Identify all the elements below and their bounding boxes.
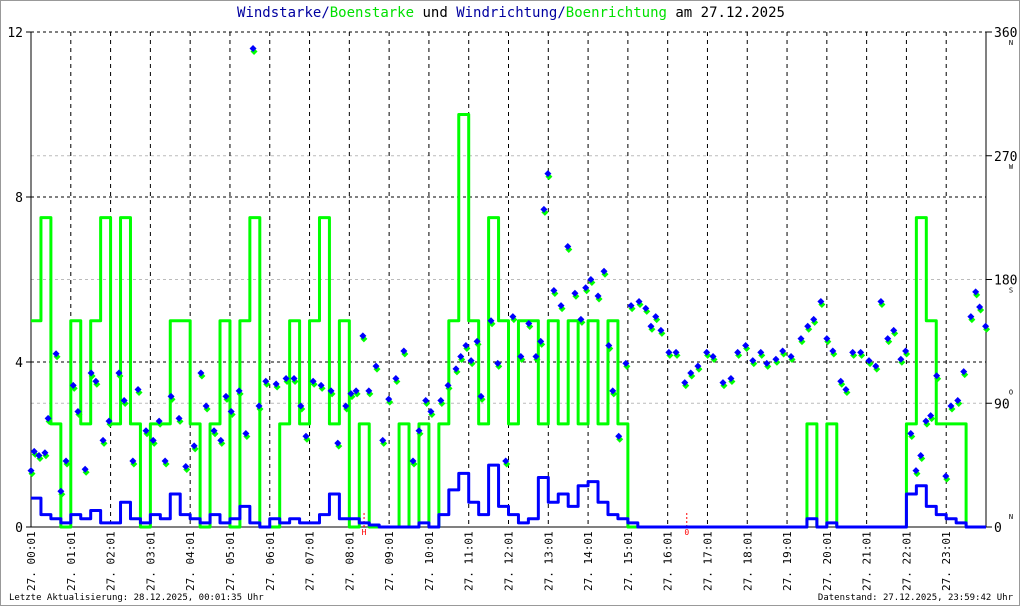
x-tick-label: 27. 22:01 bbox=[900, 531, 913, 591]
x-tick-label: 27. 03:01 bbox=[144, 531, 157, 591]
x-tick-label: 27. 09:01 bbox=[383, 531, 396, 591]
x-tick-label: 27. 16:01 bbox=[662, 531, 675, 591]
compass-label: N bbox=[1009, 39, 1013, 47]
right-tick-label: 0 bbox=[994, 521, 1002, 536]
data-state: Datenstand: 27.12.2025, 23:59:42 Uhr bbox=[817, 593, 1013, 603]
x-tick-label: 27. 01:01 bbox=[65, 531, 78, 591]
x-tick-label: 27. 07:01 bbox=[304, 531, 317, 591]
x-tick-label: 27. 18:01 bbox=[741, 531, 754, 591]
compass-label: N bbox=[1009, 513, 1013, 521]
left-tick-label: 12 bbox=[7, 26, 23, 41]
right-tick-label: 90 bbox=[994, 397, 1010, 412]
x-tick-label: 27. 14:01 bbox=[582, 531, 595, 591]
last-update: Letzte Aktualisierung: 28.12.2025, 00:01… bbox=[9, 593, 264, 603]
x-tick-label: 27. 21:01 bbox=[861, 531, 874, 591]
compass-label: O bbox=[1009, 388, 1013, 396]
x-tick-label: 27. 02:01 bbox=[105, 531, 118, 591]
x-tick-label: 27. 23:01 bbox=[940, 531, 953, 591]
x-tick-label: 27. 10:01 bbox=[423, 531, 436, 591]
marker-label: H bbox=[362, 528, 367, 537]
right-tick-label: 270 bbox=[994, 150, 1017, 165]
x-tick-label: 27. 15:01 bbox=[622, 531, 635, 591]
chart-frame: Windstarke/Boenstarke und Windrichtung/B… bbox=[0, 0, 1020, 606]
x-tick-label: 27. 08:01 bbox=[343, 531, 356, 591]
chart-svg: 048120N90O180S270W360N27. 00:01 27. 01:01… bbox=[7, 26, 1017, 591]
x-tick-label: 27. 05:01 bbox=[224, 531, 237, 591]
marker-label: 0 bbox=[684, 528, 689, 537]
x-tick-label: 27. 17:01 bbox=[701, 531, 714, 591]
x-tick-label: 27. 13:01 bbox=[542, 531, 555, 591]
x-tick-label: 27. 04:01 bbox=[184, 531, 197, 591]
x-tick-label: 27. 12:01 bbox=[503, 531, 516, 591]
compass-label: S bbox=[1009, 287, 1013, 295]
x-tick-label: 27. 11:01 bbox=[463, 531, 476, 591]
x-tick-label: 27. 06:01 bbox=[264, 531, 277, 591]
left-tick-label: 8 bbox=[15, 191, 23, 206]
x-tick-label: 27. 19:01 bbox=[781, 531, 794, 591]
left-tick-label: 0 bbox=[15, 521, 23, 536]
left-tick-label: 4 bbox=[15, 356, 23, 371]
right-tick-label: 180 bbox=[994, 274, 1017, 289]
x-tick-label: 27. 00:01 bbox=[25, 531, 38, 591]
right-tick-label: 360 bbox=[994, 26, 1017, 41]
x-tick-label: 27. 20:01 bbox=[821, 531, 834, 591]
